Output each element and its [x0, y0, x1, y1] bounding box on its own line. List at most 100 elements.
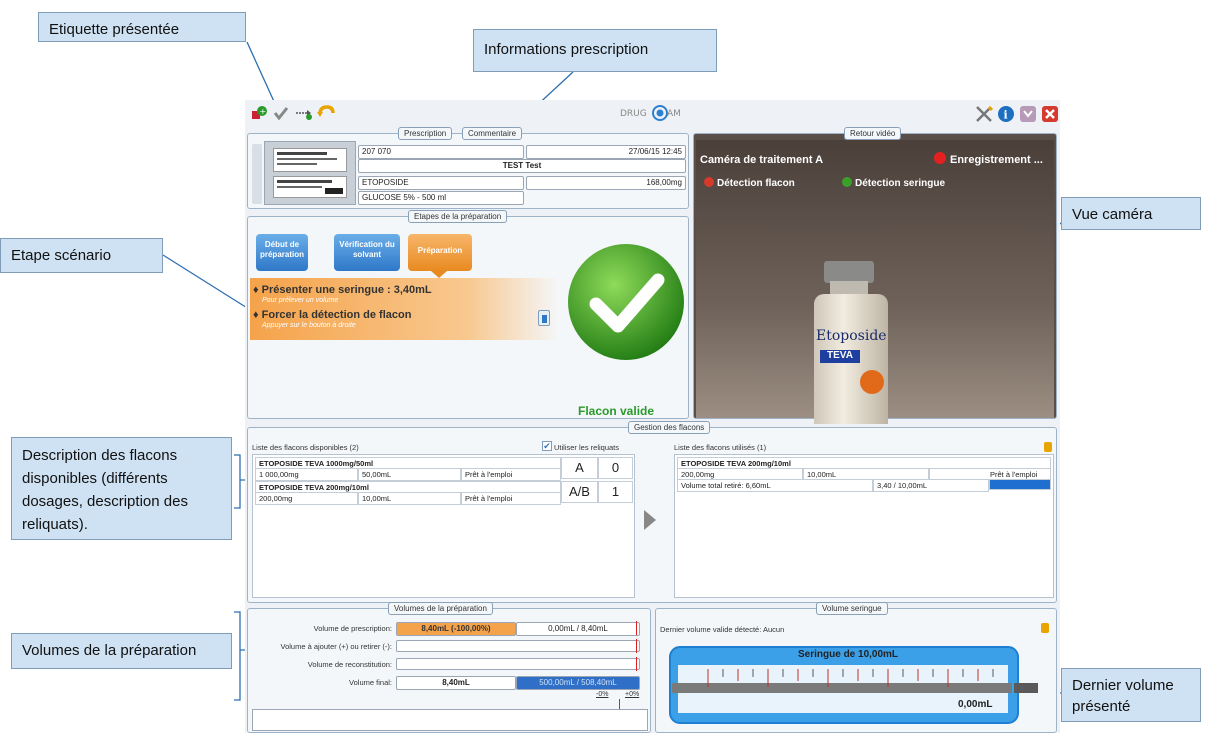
syringe-title: Volume seringue	[816, 602, 888, 615]
steps-title: Etapes de la préparation	[408, 210, 508, 223]
recon-field[interactable]	[396, 658, 640, 670]
check-icon[interactable]	[273, 106, 289, 121]
used-list: ETOPOSIDE TEVA 200mg/10ml 200,00mg 10,00…	[674, 454, 1054, 598]
detection-flacon-icon	[704, 177, 714, 187]
instruction-1-sub: Pour prélever un volume	[262, 297, 339, 304]
available-vol-1: 10,00mL	[358, 492, 461, 505]
recon-limit-marker	[636, 657, 637, 671]
camera-feed: Caméra de traitement A Enregistrement ..…	[696, 140, 1054, 424]
available-vol-0: 50,00mL	[358, 468, 461, 481]
vial-maker: TEVA	[820, 350, 860, 363]
recon-label: Volume de reconstitution:	[307, 660, 392, 669]
reliquats-checkbox[interactable]: ✔	[542, 441, 552, 451]
tolerance-plus: +0%	[625, 691, 640, 698]
final-value: 8,40mL	[396, 676, 516, 690]
patient-name-field: TEST Test	[358, 159, 686, 173]
svg-text:DRUG: DRUG	[620, 109, 647, 119]
used-progress-bar	[989, 479, 1051, 490]
tab-prescription[interactable]: Prescription	[398, 127, 453, 140]
datetime-field: 27/06/15 12:45	[526, 145, 686, 159]
step-preparation[interactable]: Préparation	[408, 234, 472, 271]
vial-brand: Etoposide	[816, 328, 887, 344]
used-list-title: Liste des flacons utilisés (1)	[674, 443, 767, 452]
tab-commentaire[interactable]: Commentaire	[462, 127, 523, 140]
available-code-0: A	[561, 457, 598, 479]
step-verification[interactable]: Vérification du solvant	[334, 234, 400, 271]
instruction-2-sub: Appuyer sur le bouton à droite	[262, 322, 356, 329]
syringe-graphic: Seringue de 10,00mL 0,00mL	[668, 639, 1048, 731]
detection-seringue: Détection seringue	[855, 178, 946, 189]
callout-description: Description des flacons disponibles (dif…	[11, 437, 232, 540]
add-limit-marker	[636, 639, 637, 653]
lock-icon[interactable]	[1044, 442, 1052, 452]
tools-icon[interactable]	[975, 105, 994, 123]
presc-ratio: 0,00mL / 8,40mL	[516, 622, 640, 636]
callout-volumes: Volumes de la préparation	[11, 633, 232, 669]
label-image	[264, 141, 356, 205]
steps-panel: Etapes de la préparation Début de prépar…	[247, 210, 689, 419]
dose-field: 168,00mg	[526, 176, 686, 190]
tolerance-minus: -0%	[596, 691, 609, 698]
recording-icon	[934, 152, 946, 164]
presc-value: 8,40mL (-100,00%)	[396, 622, 516, 636]
info-icon[interactable]: i	[997, 105, 1015, 123]
vial-body: Etoposide TEVA	[814, 294, 888, 424]
instruction-area: ♦ Présenter une seringue : 3,40mL Pour p…	[250, 278, 560, 340]
transfer-arrow-button[interactable]	[644, 510, 656, 530]
volumes-panel: Volumes de la préparation Volume de pres…	[247, 602, 651, 733]
available-count-1: 1	[598, 481, 633, 503]
available-dose-0: 1 000,00mg	[255, 468, 358, 481]
svg-text:i: i	[1004, 109, 1008, 122]
add-icon[interactable]: +	[251, 106, 267, 120]
vial-neck	[830, 281, 868, 295]
available-status-1: Prêt à l'emploi	[461, 492, 561, 505]
add-field[interactable]	[396, 640, 640, 652]
final-ratio: 500,00mL / 508,40mL	[516, 676, 640, 690]
svg-text:+: +	[260, 107, 267, 116]
available-dose-1: 200,00mg	[255, 492, 358, 505]
available-list-title: Liste des flacons disponibles (2)	[252, 443, 359, 452]
svg-text:AM: AM	[667, 109, 681, 119]
drugcam-logo: DRUG AM	[620, 105, 710, 121]
drugcam-app: + DRUG AM i Prescription Commentaire 207…	[245, 100, 1060, 733]
presc-limit-marker	[636, 621, 637, 635]
label-zoom-toolbar[interactable]	[252, 144, 262, 204]
callout-etiquette: Etiquette présentée	[38, 12, 246, 42]
vial-dose-badge	[860, 370, 884, 394]
recording-status: Enregistrement ...	[950, 154, 1043, 166]
detection-seringue-icon	[842, 177, 852, 187]
syringe-value: 0,00mL	[958, 699, 993, 710]
undo-icon[interactable]	[317, 104, 335, 120]
patient-id-field: 207 070	[358, 145, 524, 159]
available-code-1: A/B	[561, 481, 598, 503]
transfer-icon[interactable]	[295, 106, 313, 120]
flacon-valide-status: Flacon valide	[578, 404, 655, 418]
available-list: ETOPOSIDE TEVA 1000mg/50ml 1 000,00mg 50…	[252, 454, 635, 598]
volume-comment-box[interactable]	[252, 709, 648, 731]
syringe-lock-icon[interactable]	[1041, 623, 1049, 633]
force-detection-button[interactable]	[538, 310, 550, 326]
add-label: Volume à ajouter (+) ou retirer (-):	[280, 642, 392, 651]
final-label: Volume final:	[349, 678, 392, 687]
close-icon[interactable]	[1041, 105, 1059, 123]
callout-etape: Etape scénario	[0, 238, 163, 273]
camera-name: Caméra de traitement A	[700, 154, 824, 166]
volumes-title: Volumes de la préparation	[388, 602, 493, 615]
detection-flacon: Détection flacon	[717, 178, 795, 189]
callout-vue: Vue caméra	[1061, 197, 1201, 230]
vial-cap	[824, 261, 874, 283]
prescription-panel: Prescription Commentaire 207 070 27/06/1…	[247, 127, 689, 209]
last-valid-volume: Dernier volume valide détecté: Aucun	[660, 625, 785, 634]
download-icon[interactable]	[1019, 105, 1037, 123]
step-debut[interactable]: Début de préparation	[256, 234, 308, 271]
video-title: Retour vidéo	[844, 127, 902, 140]
presc-label: Volume de prescription:	[313, 624, 392, 633]
available-count-0: 0	[598, 457, 633, 479]
available-status-0: Prêt à l'emploi	[461, 468, 561, 481]
valid-check-icon	[566, 242, 686, 362]
used-ratio: 3,40 / 10,00mL	[873, 479, 989, 492]
flacons-title: Gestion des flacons	[628, 421, 711, 434]
reliquats-label: Utiliser les reliquats	[554, 443, 620, 452]
video-panel: Retour vidéo Caméra de traitement A Enre…	[693, 127, 1057, 424]
solvent-field: GLUCOSE 5% - 500 ml	[358, 191, 524, 205]
